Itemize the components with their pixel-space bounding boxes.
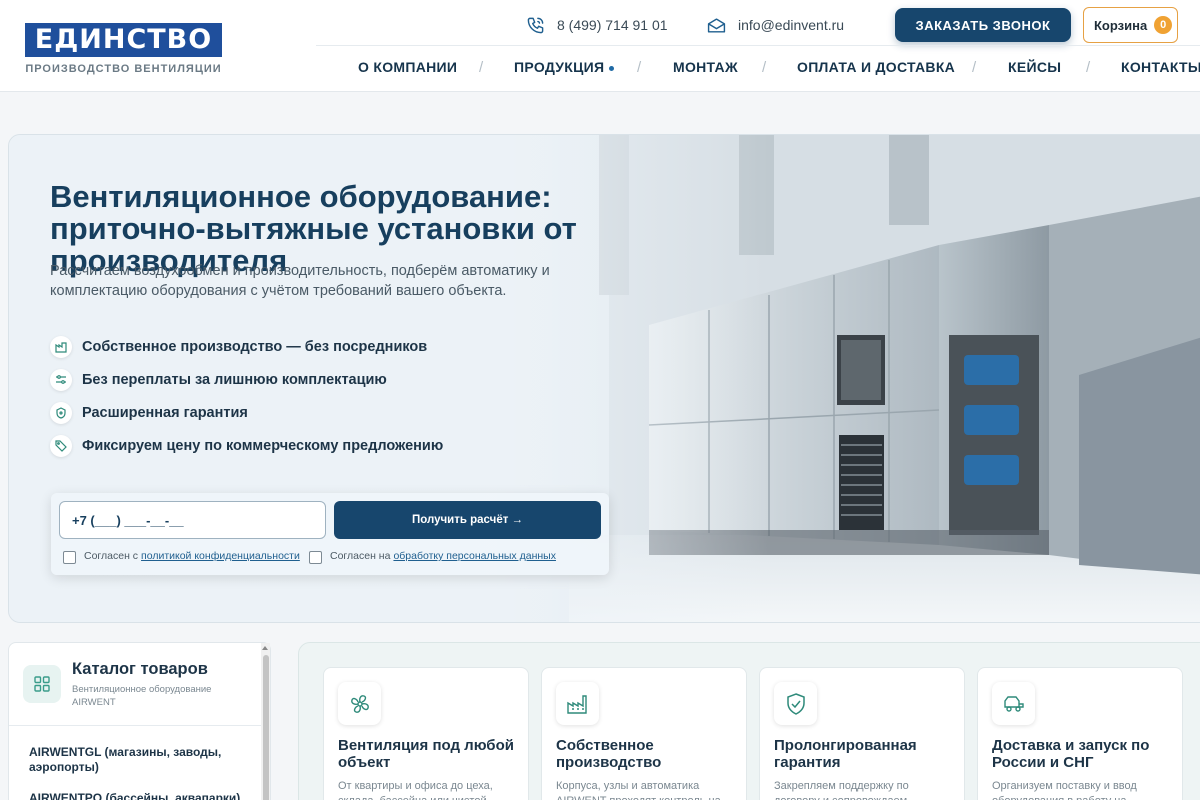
nav-separator: / — [1086, 59, 1091, 76]
data-consent-text: Согласен на — [330, 550, 391, 562]
feature-item: Собственное производство — без посредник… — [50, 336, 427, 358]
nav-item-products-label: ПРОДУКЦИЯ — [514, 59, 605, 75]
privacy-consent-text: Согласен с — [84, 550, 139, 562]
nav-item-contacts[interactable]: КОНТАКТЫ — [1121, 59, 1200, 75]
logo-box: ЕДИНСТВО — [25, 23, 222, 57]
nav-separator: / — [637, 59, 642, 76]
benefit-title: Вентиляция под любой объект — [338, 737, 514, 771]
data-processing-link[interactable]: обработку персональных данных — [393, 550, 556, 562]
factory-icon — [556, 682, 599, 725]
callback-form: Получить расчёт → Согласен с политикой к… — [51, 493, 609, 575]
nav-separator: / — [479, 59, 484, 76]
site-header: ЕДИНСТВО ПРОИЗВОДСТВО ВЕНТИЛЯЦИИ 8 (499)… — [0, 0, 1200, 92]
dropdown-dot-icon — [609, 65, 615, 71]
benefit-text: Организуем поставку и ввод оборудования … — [992, 780, 1137, 800]
benefit-text: От квартиры и офиса до цеха, склада, бас… — [338, 780, 493, 800]
nav-item-about[interactable]: О КОМПАНИИ — [358, 59, 457, 75]
data-processing-checkbox[interactable] — [309, 551, 322, 564]
nav-item-products[interactable]: ПРОДУКЦИЯ — [514, 59, 615, 75]
feature-item: Расширенная гарантия — [50, 402, 248, 424]
benefit-text: Корпуса, узлы и автоматика AIRWENT прохо… — [556, 780, 721, 800]
order-call-button[interactable]: ЗАКАЗАТЬ ЗВОНОК — [895, 8, 1071, 42]
feature-label: Фиксируем цену по коммерческому предложе… — [82, 438, 444, 454]
cart-label: Корзина — [1094, 17, 1148, 33]
feature-label: Расширенная гарантия — [82, 405, 248, 421]
phone-icon — [527, 17, 544, 33]
catalog-subtitle: Вентиляционное оборудование AIRWENT — [72, 684, 212, 708]
email-address: info@edinvent.ru — [738, 17, 845, 33]
benefits-section: Вентиляция под любой объект От квартиры … — [298, 642, 1200, 800]
scrollbar[interactable] — [261, 643, 270, 800]
nav-separator: / — [972, 59, 977, 76]
shield-check-icon — [774, 682, 817, 725]
catalog-item[interactable]: AIRWENTGL (магазины, заводы, аэропорты) — [29, 745, 244, 775]
phone-contact[interactable]: 8 (499) 714 91 01 — [526, 16, 668, 34]
catalog-title: Каталог товаров — [72, 660, 208, 678]
fan-icon — [338, 682, 381, 725]
scrollbar-thumb[interactable] — [263, 655, 269, 800]
nav-item-payment-delivery[interactable]: ОПЛАТА И ДОСТАВКА — [797, 59, 955, 75]
price-tag-icon — [50, 435, 72, 457]
shield-icon — [50, 402, 72, 424]
feature-item: Без переплаты за лишнюю комплектацию — [50, 369, 387, 391]
privacy-checkbox[interactable] — [63, 551, 76, 564]
data-consent: Согласен на обработку персональных данны… — [309, 548, 556, 564]
catalog-panel: Каталог товаров Вентиляционное оборудова… — [8, 642, 271, 800]
header-divider — [316, 45, 1200, 46]
get-estimate-button[interactable]: Получить расчёт → — [334, 501, 601, 539]
email-contact[interactable]: info@edinvent.ru — [707, 16, 844, 34]
cart-count-badge: 0 — [1154, 16, 1173, 34]
mail-icon — [707, 17, 726, 33]
phone-input[interactable] — [59, 501, 326, 539]
benefit-title: Пролонгированная гарантия — [774, 737, 917, 771]
benefit-card: Вентиляция под любой объект От квартиры … — [323, 667, 529, 800]
truck-icon — [992, 682, 1035, 725]
logo-text: ЕДИНСТВО — [34, 24, 213, 55]
benefit-text: Закрепляем поддержку по договору и сопро… — [774, 780, 909, 800]
benefit-title: Собственное производство — [556, 737, 662, 771]
scroll-up-icon[interactable] — [262, 646, 268, 650]
nav-separator: / — [762, 59, 767, 76]
privacy-policy-link[interactable]: политикой конфиденциальности — [141, 550, 300, 562]
feature-item: Фиксируем цену по коммерческому предложе… — [50, 435, 443, 457]
benefit-card: Пролонгированная гарантия Закрепляем под… — [759, 667, 965, 800]
cart-button[interactable]: Корзина 0 — [1083, 7, 1178, 43]
feature-label: Собственное производство — без посредник… — [82, 339, 428, 355]
nav-item-cases[interactable]: КЕЙСЫ — [1008, 59, 1061, 75]
phone-number: 8 (499) 714 91 01 — [557, 17, 668, 33]
grid-icon — [23, 665, 61, 703]
nav-item-installation[interactable]: МОНТАЖ — [673, 59, 738, 75]
main-nav: О КОМПАНИИ / ПРОДУКЦИЯ / МОНТАЖ / ОПЛАТА… — [0, 59, 1200, 77]
benefit-card: Собственное производство Корпуса, узлы и… — [541, 667, 747, 800]
factory-icon — [50, 336, 72, 358]
sliders-icon — [50, 369, 72, 391]
benefit-title: Доставка и запуск по России и СНГ — [992, 737, 1150, 771]
catalog-divider — [9, 725, 263, 726]
feature-label: Без переплаты за лишнюю комплектацию — [82, 372, 387, 388]
privacy-consent: Согласен с политикой конфиденциальности — [63, 548, 300, 564]
hero-subtitle: Рассчитаем воздухообмен и производительн… — [50, 263, 550, 299]
hero-banner: Вентиляционное оборудование: приточно-вы… — [8, 134, 1200, 623]
catalog-item[interactable]: AIRWENTPO (бассейны, аквапарки) — [29, 791, 244, 800]
benefit-card: Доставка и запуск по России и СНГ Органи… — [977, 667, 1183, 800]
